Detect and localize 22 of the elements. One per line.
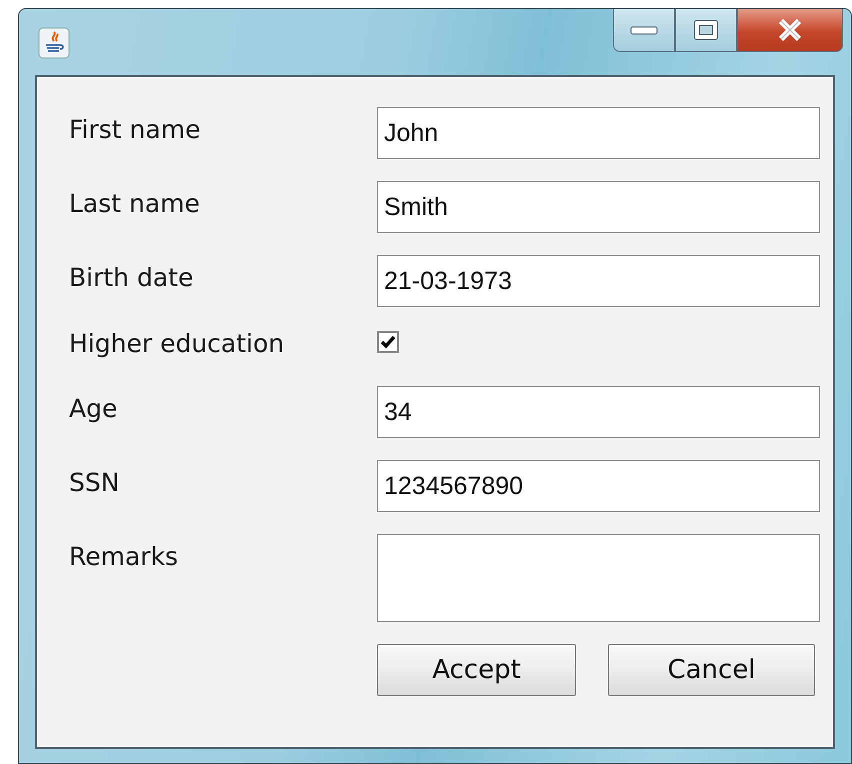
field-label: SSN [69,467,120,499]
maximize-button[interactable] [675,9,737,52]
text-field[interactable]: Smith [377,181,820,233]
text-field[interactable]: 34 [377,386,820,438]
field-label: Last name [69,188,200,220]
field-label: Birth date [69,262,194,294]
accept-button[interactable]: Accept [377,644,576,696]
field-label: Age [69,393,118,425]
text-field[interactable]: 1234567890 [377,460,820,512]
text-field[interactable]: John [377,107,820,159]
minimize-icon [630,24,658,36]
text-field[interactable]: 21-03-1973 [377,255,820,307]
maximize-icon [693,19,719,41]
remarks-field[interactable] [377,534,820,622]
field-label: Remarks [69,541,178,573]
close-button[interactable] [737,9,843,52]
checkbox[interactable] [377,331,399,353]
minimize-button[interactable] [613,9,675,52]
app-icon [38,27,70,59]
cancel-button[interactable]: Cancel [608,644,815,696]
field-label: Higher education [69,328,284,358]
field-label: First name [69,114,200,146]
